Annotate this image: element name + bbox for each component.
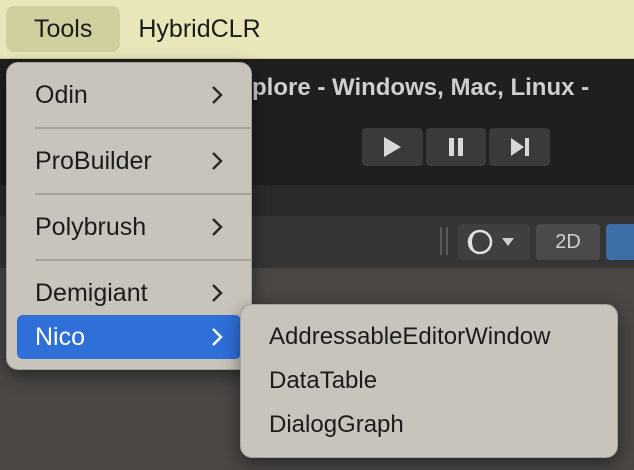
menu-item-label: ProBuilder bbox=[35, 146, 152, 175]
menu-bar: Tools HybridCLR bbox=[0, 0, 634, 59]
play-icon bbox=[384, 137, 402, 157]
shading-sphere-icon bbox=[467, 229, 514, 255]
tools-dropdown-menu: Odin ProBuilder Polybrush Demigiant Nico bbox=[6, 62, 252, 370]
submenu-item-dialoggraph[interactable]: DialogGraph bbox=[251, 405, 607, 445]
submenu-item-label: AddressableEditorWindow bbox=[269, 323, 551, 350]
chevron-down-icon bbox=[502, 238, 514, 246]
toolbar-divider bbox=[446, 227, 448, 255]
step-button[interactable] bbox=[489, 128, 551, 166]
menu-item-label: Demigiant bbox=[35, 278, 148, 307]
pause-button[interactable] bbox=[425, 128, 487, 166]
pause-icon bbox=[449, 138, 463, 156]
submenu-item-label: DataTable bbox=[269, 367, 378, 394]
playback-controls bbox=[362, 128, 551, 166]
submenu-item-datatable[interactable]: DataTable bbox=[251, 361, 607, 401]
menu-item-label: Odin bbox=[35, 80, 88, 109]
menu-item-demigiant[interactable]: Demigiant bbox=[17, 271, 241, 315]
menu-hybridclr[interactable]: HybridCLR bbox=[120, 6, 278, 52]
lighting-toggle-button[interactable] bbox=[606, 224, 634, 260]
play-button[interactable] bbox=[362, 128, 423, 166]
toggle-2d-button[interactable]: 2D bbox=[536, 224, 600, 260]
menu-item-probuilder[interactable]: ProBuilder bbox=[17, 139, 241, 183]
menu-hybridclr-label: HybridCLR bbox=[138, 14, 261, 43]
menu-divider bbox=[35, 127, 251, 129]
menu-item-polybrush[interactable]: Polybrush bbox=[17, 205, 241, 249]
chevron-right-icon bbox=[211, 151, 223, 171]
menu-item-odin[interactable]: Odin bbox=[17, 73, 241, 117]
toggle-2d-label: 2D bbox=[555, 230, 581, 253]
step-icon bbox=[510, 138, 529, 156]
menu-tools-label: Tools bbox=[34, 14, 93, 43]
shading-mode-dropdown[interactable] bbox=[458, 224, 530, 260]
toolbar-divider bbox=[440, 227, 442, 255]
menu-item-nico[interactable]: Nico bbox=[17, 315, 241, 359]
menu-divider bbox=[35, 193, 251, 195]
chevron-right-icon bbox=[211, 217, 223, 237]
submenu-item-addressable-editor-window[interactable]: AddressableEditorWindow bbox=[251, 317, 607, 357]
menu-item-label: Nico bbox=[35, 322, 86, 351]
window-title: plore - Windows, Mac, Linux - bbox=[252, 74, 590, 101]
submenu-item-label: DialogGraph bbox=[269, 411, 404, 438]
chevron-right-icon bbox=[211, 327, 223, 347]
menu-divider bbox=[35, 259, 251, 261]
chevron-right-icon bbox=[211, 85, 223, 105]
chevron-right-icon bbox=[211, 283, 223, 303]
menu-tools[interactable]: Tools bbox=[6, 6, 121, 52]
menu-item-label: Polybrush bbox=[35, 212, 147, 241]
nico-submenu: AddressableEditorWindow DataTable Dialog… bbox=[240, 304, 618, 458]
